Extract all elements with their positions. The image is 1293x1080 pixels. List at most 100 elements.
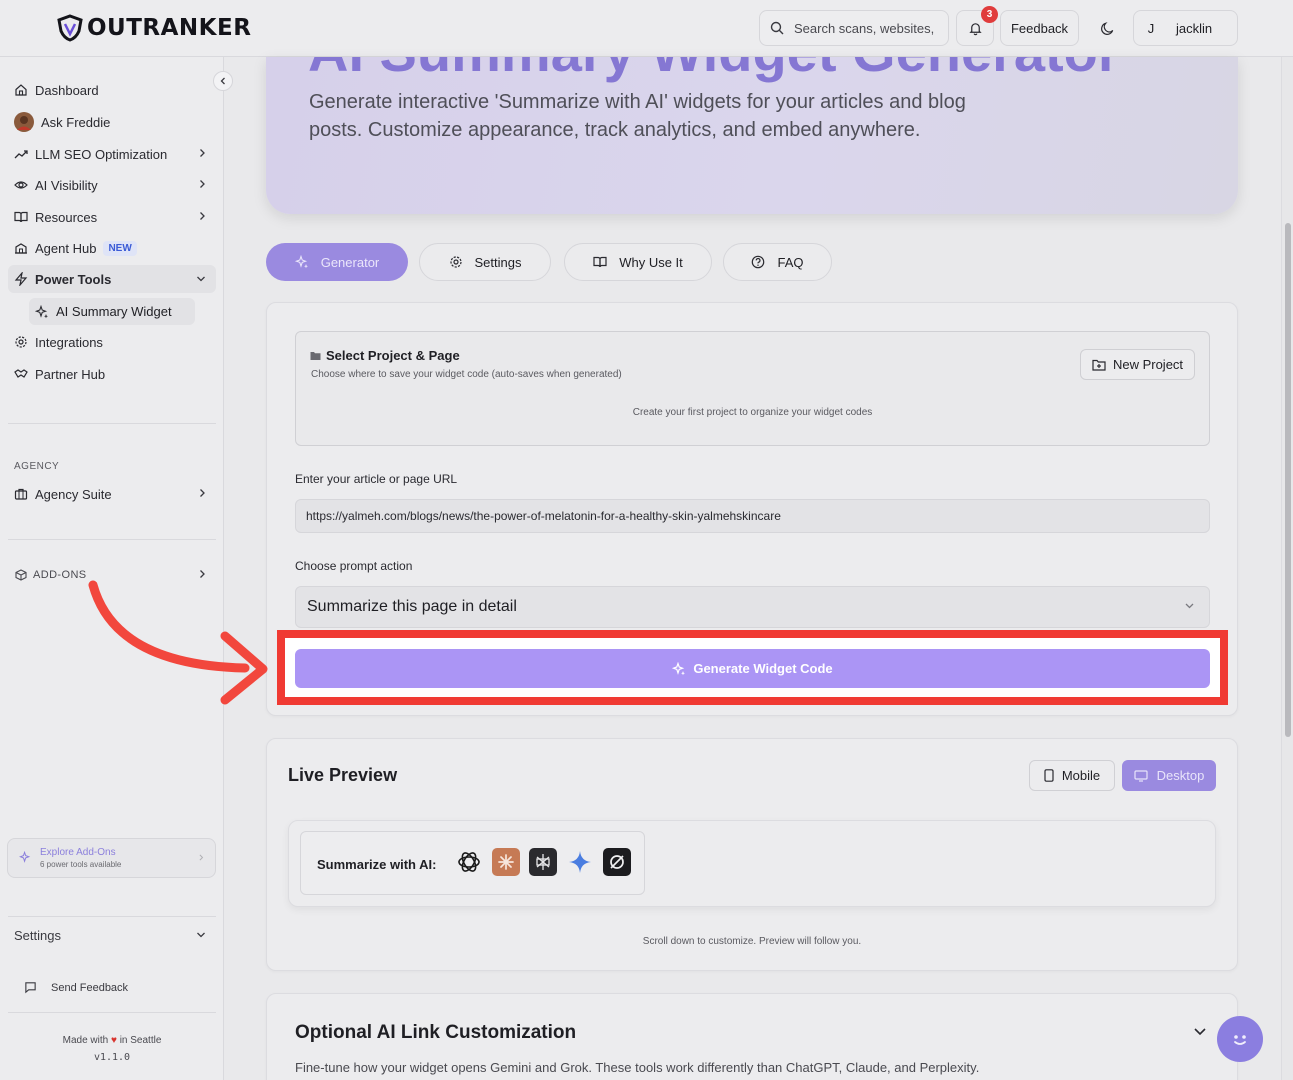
explore-add-ons-card[interactable]: Explore Add-Ons 6 power tools available: [7, 838, 216, 878]
monitor-icon: [1134, 769, 1148, 782]
sidebar-item-label: ADD-ONS: [33, 569, 87, 581]
claude-icon[interactable]: [492, 848, 520, 876]
made-with-love: Made with ♥ in Seattle: [0, 1035, 224, 1046]
preview-area: Summarize with AI:: [288, 820, 1216, 907]
optional-section-title: Optional AI Link Customization: [295, 1022, 577, 1043]
perplexity-icon[interactable]: [529, 848, 557, 876]
chevron-down-icon: [197, 276, 205, 282]
generate-widget-code-button[interactable]: Generate Widget Code: [295, 649, 1210, 688]
user-name: jacklin: [1176, 20, 1213, 36]
chevron-down-icon[interactable]: [1193, 1027, 1207, 1037]
logo-text: OUTRANKER: [87, 15, 252, 41]
project-empty-state: Create your first project to organize yo…: [632, 407, 873, 418]
feedback-button[interactable]: Feedback: [1000, 10, 1079, 46]
home-icon: [15, 84, 27, 96]
sparkles-icon: [35, 304, 48, 318]
sidebar-item-ask-freddie[interactable]: Ask Freddie: [8, 108, 216, 136]
send-feedback-link[interactable]: Send Feedback: [24, 981, 128, 994]
widget-label: Summarize with AI:: [317, 857, 437, 872]
help-circle-icon: [752, 255, 765, 269]
summarize-widget: Summarize with AI:: [300, 831, 645, 895]
url-input[interactable]: [295, 499, 1210, 533]
sidebar-item-partner-hub[interactable]: Partner Hub: [8, 360, 216, 388]
top-bar: OUTRANKER 3 Feedback J jacklin: [0, 0, 1293, 57]
chat-support-button[interactable]: [1217, 1016, 1263, 1062]
book-icon: [14, 211, 28, 223]
sidebar-item-agent-hub[interactable]: Agent Hub NEW: [8, 234, 216, 262]
search-input[interactable]: [794, 20, 939, 36]
tab-label: Generator: [320, 254, 380, 270]
logo[interactable]: OUTRANKER: [56, 10, 251, 46]
sidebar-item-label: Integrations: [35, 334, 103, 350]
sidebar-settings-toggle[interactable]: Settings: [14, 928, 214, 943]
trend-icon: [14, 150, 28, 159]
folder-plus-icon: [1092, 359, 1106, 371]
tab-label: FAQ: [777, 254, 804, 270]
chevron-down-icon: [1185, 603, 1194, 609]
prompt-action-select[interactable]: Summarize this page in detail: [295, 586, 1210, 628]
user-menu-button[interactable]: J jacklin: [1133, 10, 1238, 46]
sidebar-item-ai-visibility[interactable]: AI Visibility: [8, 171, 216, 199]
sidebar-item-label: Ask Freddie: [41, 114, 111, 130]
sidebar-subitem-ai-summary-widget[interactable]: AI Summary Widget: [29, 298, 195, 325]
sidebar-collapse-button[interactable]: [213, 71, 233, 91]
sidebar-divider: [8, 1012, 216, 1013]
project-subtitle: Choose where to save your widget code (a…: [311, 369, 622, 380]
optional-section-description: Fine-tune how your widget opens Gemini a…: [295, 1060, 980, 1075]
sidebar: Dashboard Ask Freddie LLM SEO Optimizati…: [0, 57, 233, 1080]
desktop-preview-button[interactable]: Desktop: [1122, 760, 1216, 791]
new-badge: NEW: [103, 240, 137, 256]
sidebar-item-power-tools[interactable]: Power Tools: [8, 265, 216, 293]
tab-generator[interactable]: Generator: [266, 243, 408, 281]
scrollbar-thumb[interactable]: [1285, 223, 1291, 737]
tab-faq[interactable]: FAQ: [723, 243, 832, 281]
generate-button-label: Generate Widget Code: [693, 661, 833, 676]
sidebar-item-label: Dashboard: [35, 82, 99, 98]
chevron-down-icon: [197, 932, 205, 938]
new-project-label: New Project: [1112, 357, 1184, 372]
sidebar-item-label: LLM SEO Optimization: [35, 146, 168, 162]
sidebar-item-llm-seo[interactable]: LLM SEO Optimization: [8, 140, 216, 168]
chatgpt-icon[interactable]: [455, 848, 483, 876]
briefcase-icon: [14, 488, 28, 500]
mobile-preview-button[interactable]: Mobile: [1029, 760, 1115, 791]
tab-settings[interactable]: Settings: [419, 243, 551, 281]
sidebar-divider: [8, 423, 216, 424]
folder-icon: [310, 351, 321, 360]
page-scrollbar[interactable]: [1281, 57, 1293, 1080]
avatar: [14, 112, 34, 132]
smartphone-icon: [1044, 769, 1054, 782]
sidebar-item-resources[interactable]: Resources: [8, 203, 216, 231]
chevron-left-icon: [220, 77, 225, 85]
chevron-right-icon: [200, 180, 205, 188]
gear-icon: [15, 336, 27, 348]
chevron-right-icon: [200, 570, 205, 578]
claude-logo-icon: [498, 854, 514, 870]
mobile-label: Mobile: [1061, 768, 1101, 783]
annotation-arrow: [88, 580, 268, 705]
gemini-icon[interactable]: [566, 848, 594, 876]
sidebar-item-label: Agency Suite: [35, 486, 112, 502]
project-title: Select Project & Page: [310, 348, 460, 363]
sidebar-item-dashboard[interactable]: Dashboard: [8, 76, 216, 104]
sidebar-item-label: Partner Hub: [35, 366, 106, 382]
package-icon: [15, 569, 27, 581]
url-label: Enter your article or page URL: [295, 472, 458, 486]
building-icon: [15, 243, 27, 254]
bell-icon: [968, 22, 982, 35]
send-feedback-label: Send Feedback: [51, 981, 129, 994]
explore-add-ons-title: Explore Add-Ons: [40, 847, 116, 858]
theme-toggle-button[interactable]: [1090, 10, 1124, 46]
new-project-button[interactable]: New Project: [1080, 349, 1195, 380]
tab-why-use-it[interactable]: Why Use It: [564, 243, 712, 281]
notification-badge: 3: [981, 6, 998, 23]
search-box[interactable]: [759, 10, 949, 46]
preview-hint: Scroll down to customize. Preview will f…: [642, 936, 862, 947]
sidebar-item-integrations[interactable]: Integrations: [8, 328, 216, 356]
grok-logo-icon: [610, 855, 624, 869]
sparkles-icon: [672, 661, 686, 675]
sidebar-item-label: Agent Hub: [35, 240, 97, 256]
sidebar-item-agency-suite[interactable]: Agency Suite: [8, 480, 216, 508]
grok-icon[interactable]: [603, 848, 631, 876]
page-title: AI Summary Widget Generator: [308, 57, 1120, 84]
